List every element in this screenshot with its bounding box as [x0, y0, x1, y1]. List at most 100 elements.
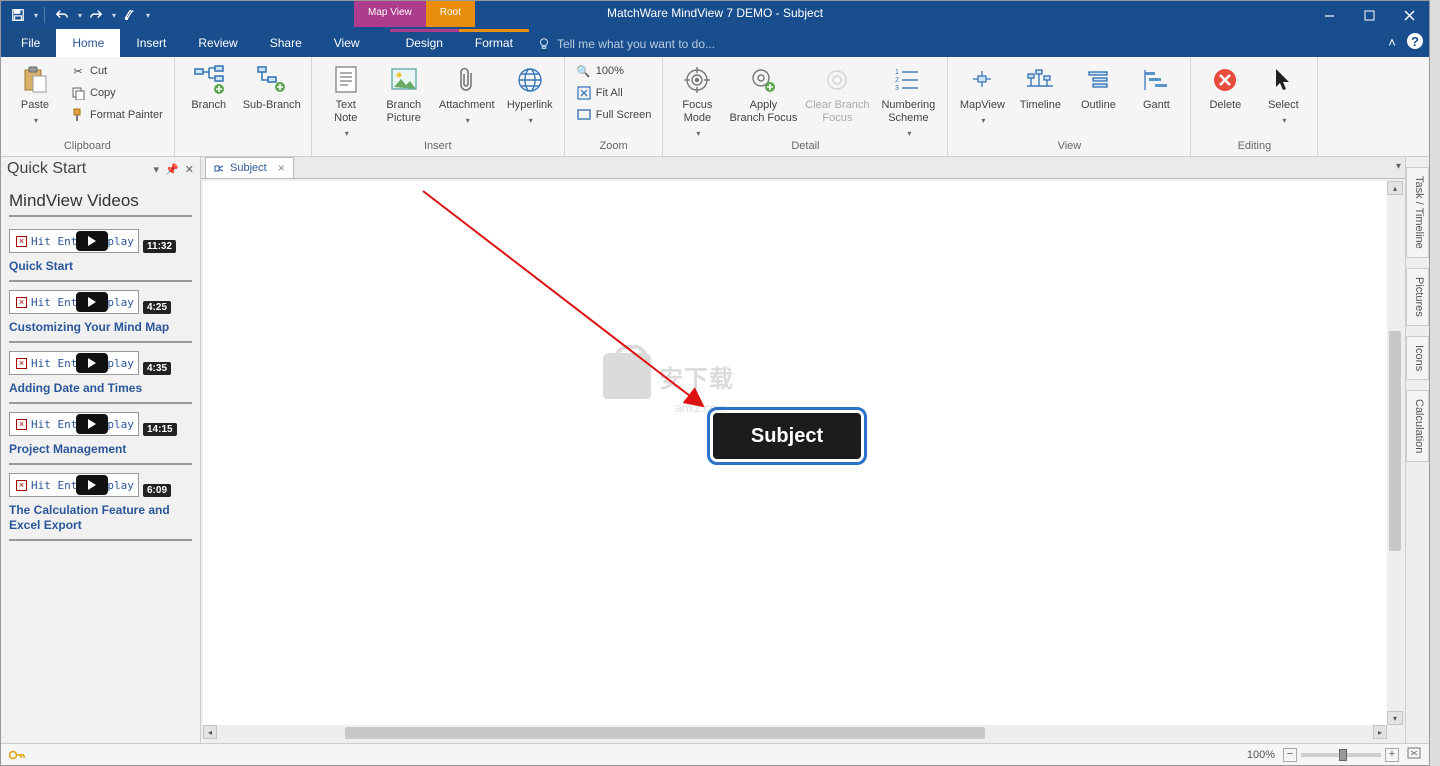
zoom-level[interactable]: 100% [1247, 749, 1275, 761]
video-thumbnail[interactable]: ×Hit Ent play [9, 290, 139, 314]
fit-icon [576, 85, 592, 101]
video-item[interactable]: ×Hit Ent play 6:09 The Calculation Featu… [9, 465, 192, 541]
video-title: Project Management [9, 442, 192, 457]
branch-picture-button[interactable]: Branch Picture [378, 61, 430, 125]
canvas[interactable]: 安下载 anxz.com Subject [203, 181, 1387, 725]
play-icon [76, 292, 108, 312]
mapview-button[interactable]: MapView▾ [956, 61, 1008, 127]
doc-tab-close-icon[interactable]: × [278, 161, 285, 175]
watermark-bag-icon [603, 353, 651, 399]
timeline-button[interactable]: Timeline [1014, 61, 1066, 112]
collapse-ribbon-icon[interactable]: ˄ [1383, 33, 1401, 51]
tab-review[interactable]: Review [182, 29, 253, 57]
fit-page-icon[interactable] [1407, 747, 1421, 762]
fit-all-button[interactable]: Fit All [573, 83, 655, 103]
group-insert: Text Note▾ Branch Picture Attachment▾ Hy… [312, 57, 565, 156]
doc-tabs-dropdown-icon[interactable]: ▾ [1396, 161, 1401, 172]
text-note-button[interactable]: Text Note▾ [320, 61, 372, 140]
sub-branch-button[interactable]: Sub-Branch [241, 61, 303, 112]
video-item[interactable]: ×Hit Ent play 4:25 Customizing Your Mind… [9, 282, 192, 343]
styles-icon[interactable] [119, 4, 141, 26]
panel-pin-icon[interactable]: 📌 [165, 163, 179, 176]
video-thumbnail[interactable]: ×Hit Ent play [9, 473, 139, 497]
zoom-slider[interactable]: − + [1283, 748, 1399, 762]
group-branch: Branch Sub-Branch x [175, 57, 312, 156]
mindmap-root-node[interactable]: Subject [713, 413, 861, 459]
play-icon [76, 475, 108, 495]
group-clipboard: Paste▾ ✂Cut Copy Format Painter Clipboar… [1, 57, 175, 156]
magnify-icon: 🔍 [576, 63, 592, 79]
copy-button[interactable]: Copy [67, 83, 166, 103]
panel-close-icon[interactable]: ✕ [185, 163, 194, 176]
video-item[interactable]: ×Hit Ent play 11:32 Quick Start [9, 221, 192, 282]
tab-file[interactable]: File [5, 29, 56, 57]
close-button[interactable] [1389, 1, 1429, 29]
video-thumbnail[interactable]: ×Hit Ent play [9, 229, 139, 253]
video-item[interactable]: ×Hit Ent play 14:15 Project Management [9, 404, 192, 465]
group-insert-label: Insert [424, 140, 452, 154]
tab-view[interactable]: View [318, 29, 376, 57]
key-icon [9, 750, 25, 760]
globe-icon [513, 63, 547, 97]
delete-button[interactable]: Delete [1199, 61, 1251, 112]
play-icon [76, 231, 108, 251]
document-tab-subject[interactable]: Subject × [205, 157, 294, 178]
outline-button[interactable]: Outline [1072, 61, 1124, 112]
ribbon: Paste▾ ✂Cut Copy Format Painter Clipboar… [1, 57, 1429, 157]
focus-mode-button[interactable]: Focus Mode▾ [671, 61, 723, 140]
tab-design[interactable]: Design [390, 29, 459, 57]
help-icon[interactable]: ? [1407, 33, 1423, 49]
tab-share[interactable]: Share [254, 29, 318, 57]
cut-button[interactable]: ✂Cut [67, 61, 166, 81]
tell-me-search[interactable]: Tell me what you want to do... [529, 31, 723, 57]
attachment-button[interactable]: Attachment▾ [436, 61, 498, 127]
target-icon [680, 63, 714, 97]
select-button[interactable]: Select▾ [1257, 61, 1309, 127]
play-icon [76, 353, 108, 373]
video-item[interactable]: ×Hit Ent play 4:35 Adding Date and Times [9, 343, 192, 404]
right-tab-pictures[interactable]: Pictures [1406, 268, 1429, 326]
zoom-out-button[interactable]: − [1283, 748, 1297, 762]
minimize-button[interactable] [1309, 1, 1349, 29]
maximize-button[interactable] [1349, 1, 1389, 29]
clear-branch-focus-button: Clear Branch Focus [803, 61, 871, 125]
group-detail: Focus Mode▾ Apply Branch Focus Clear Bra… [663, 57, 948, 156]
redo-icon[interactable] [85, 4, 107, 26]
tab-home[interactable]: Home [56, 29, 120, 57]
group-zoom: 🔍100% Fit All Full Screen Zoom [565, 57, 664, 156]
hyperlink-button[interactable]: Hyperlink▾ [504, 61, 556, 127]
video-thumbnail[interactable]: ×Hit Ent play [9, 412, 139, 436]
zoom-100-button[interactable]: 🔍100% [573, 61, 655, 81]
scissors-icon: ✂ [70, 63, 86, 79]
video-duration: 11:32 [143, 240, 176, 253]
horizontal-scrollbar[interactable]: ◂ ▸ [203, 725, 1387, 741]
vertical-scrollbar[interactable]: ▴ ▾ [1387, 181, 1403, 725]
full-screen-button[interactable]: Full Screen [573, 105, 655, 125]
video-thumbnail[interactable]: ×Hit Ent play [9, 351, 139, 375]
video-duration: 14:15 [143, 423, 177, 436]
apply-branch-focus-button[interactable]: Apply Branch Focus [729, 61, 797, 125]
undo-icon[interactable] [51, 4, 73, 26]
video-title: Adding Date and Times [9, 381, 192, 396]
zoom-in-button[interactable]: + [1385, 748, 1399, 762]
right-tab-calculation[interactable]: Calculation [1406, 390, 1429, 462]
fullscreen-icon [576, 107, 592, 123]
paste-button[interactable]: Paste▾ [9, 61, 61, 127]
right-tab-icons[interactable]: Icons [1406, 336, 1429, 380]
group-editing: Delete Select▾ Editing [1191, 57, 1318, 156]
format-painter-button[interactable]: Format Painter [67, 105, 166, 125]
group-view-label: View [1058, 140, 1082, 154]
right-tab-task-timeline[interactable]: Task / Timeline [1406, 167, 1429, 258]
tab-insert[interactable]: Insert [120, 29, 182, 57]
clear-focus-icon [820, 63, 854, 97]
numbering-scheme-button[interactable]: 123Numbering Scheme▾ [877, 61, 939, 140]
gantt-button[interactable]: Gantt [1130, 61, 1182, 112]
panel-dropdown-icon[interactable]: ▾ [154, 163, 160, 176]
save-icon[interactable] [7, 4, 29, 26]
group-detail-label: Detail [791, 140, 819, 154]
document-tabs: Subject × ▾ [201, 157, 1405, 179]
branch-button[interactable]: Branch [183, 61, 235, 112]
tab-format[interactable]: Format [459, 29, 529, 57]
branch-icon [192, 63, 226, 97]
window-title: MatchWare MindView 7 DEMO - Subject [607, 6, 823, 20]
